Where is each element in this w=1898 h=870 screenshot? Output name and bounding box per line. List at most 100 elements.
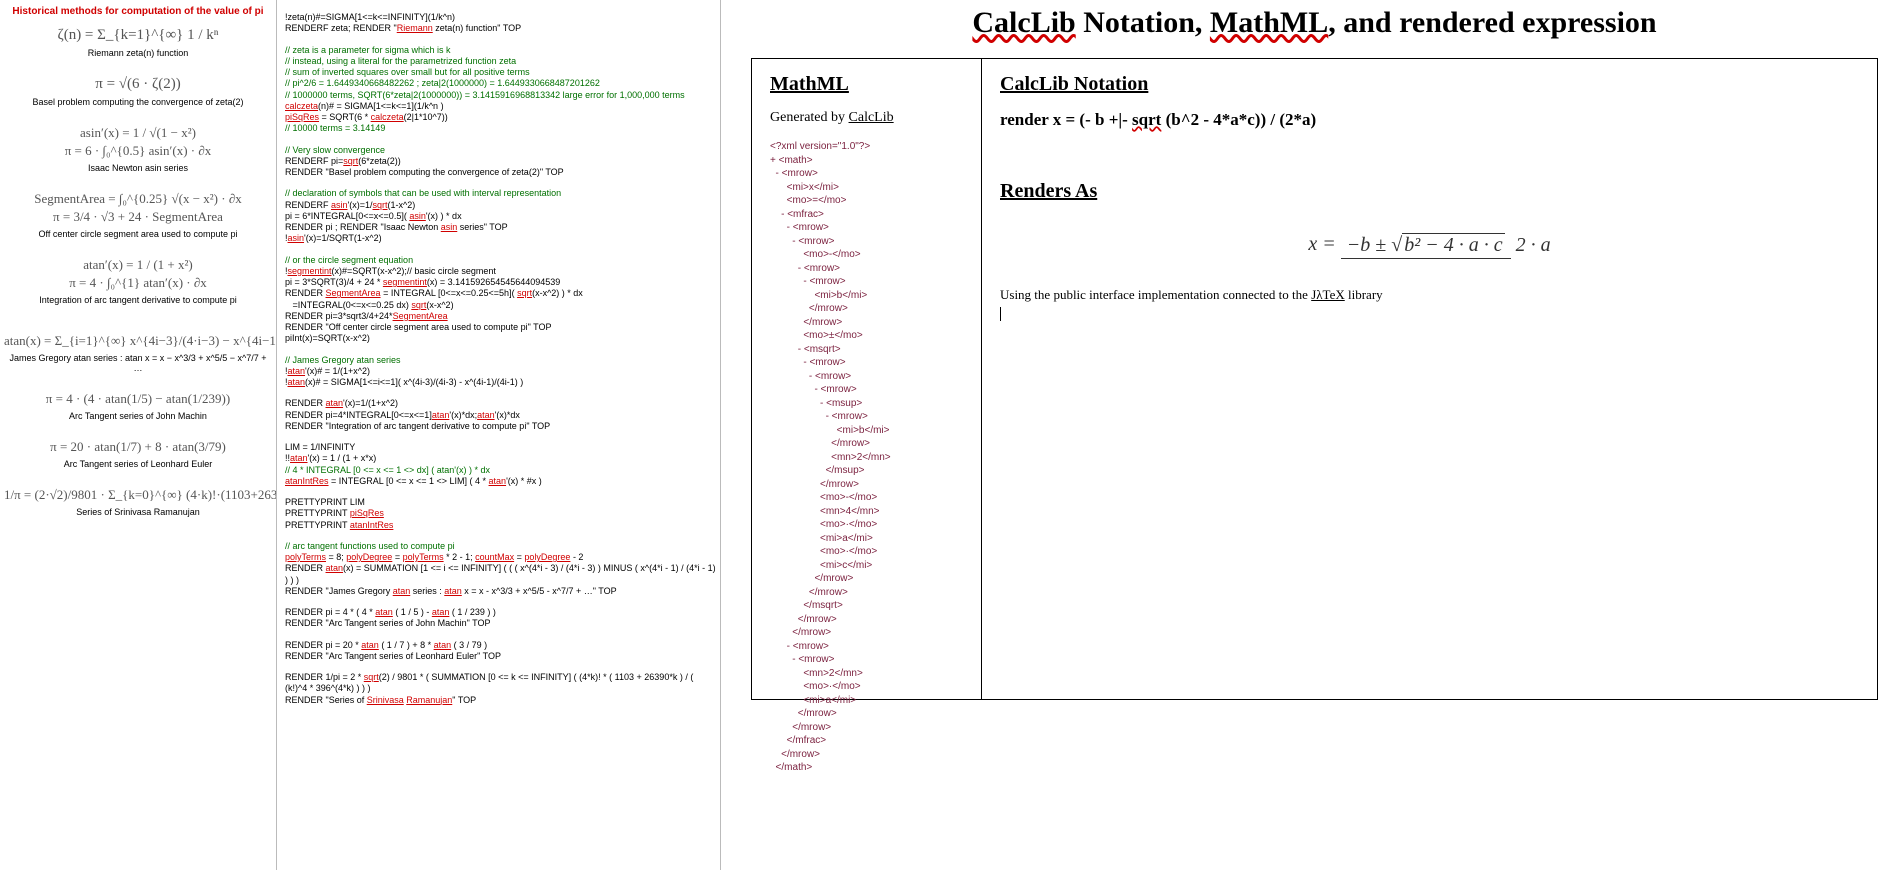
render-expr-segment: render x = (- b +|- [1000,110,1132,129]
left-pane: Historical methods for computation of th… [0,0,721,870]
main-title: CalcLib Notation, MathML, and rendered e… [751,6,1878,40]
code-line: RENDER atan(x) = SUMMATION [1 <= i <= IN… [285,563,716,586]
code-line: pi = 6*INTEGRAL[0<=x<=0.5]( asin'(x) ) *… [285,211,716,222]
code-block: RENDER atan'(x)=1/(1+x^2)RENDER pi=4*INT… [285,398,716,432]
text-cursor [1000,307,1001,321]
code-line: RENDER "James Gregory atan series : atan… [285,586,716,597]
code-line: !atan(x)# = SIGMA[1<=i<=1]( x^(4i-3)/(4i… [285,377,716,388]
footnote-link[interactable]: JλTeX [1311,287,1345,302]
formula: atan′(x) = 1 / (1 + x²) [4,257,272,273]
code-block: // James Gregory atan series!atan'(x)# =… [285,355,716,389]
code-block: // zeta is a parameter for sigma which i… [285,45,716,135]
code-line: RENDER pi=3*sqrt3/4+24*SegmentArea [285,311,716,322]
code-column: !zeta(n)#=SIGMA[1<=k<=INFINITY](1/k^n)RE… [277,0,720,870]
code-line: // 10000 terms = 3.14149 [285,123,716,134]
caption: Riemann zeta(n) function [4,48,272,58]
generated-by-text: Generated by [770,110,849,125]
code-line: RENDER pi = 20 * atan ( 1 / 7 ) + 8 * at… [285,640,716,651]
code-line: RENDERF zeta; RENDER "Riemann zeta(n) fu… [285,23,716,34]
render-expr-sqrt: sqrt [1132,110,1161,129]
code-line: RENDER atan'(x)=1/(1+x^2) [285,398,716,409]
code-line: RENDER pi=4*INTEGRAL[0<=x<=1]atan'(x)*dx… [285,410,716,421]
formula: ζ(n) = Σ_{k=1}^{∞} 1 / kⁿ [4,27,272,44]
code-line: // sum of inverted squares over small bu… [285,67,716,78]
code-block: !zeta(n)#=SIGMA[1<=k<=INFINITY](1/k^n)RE… [285,12,716,35]
code-line: PRETTYPRINT atanIntRes [285,520,716,531]
code-line: pi = 3*SQRT(3)/4 + 24 * segmentint(x) = … [285,277,716,288]
calclib-heading: CalcLib Notation [1000,73,1859,96]
title-word-mathml: MathML [1210,6,1328,39]
footnote: Using the public interface implementatio… [1000,287,1859,321]
code-line: RENDERF pi=sqrt(6*zeta(2)) [285,156,716,167]
code-block: PRETTYPRINT LIMPRETTYPRINT piSqResPRETTY… [285,497,716,531]
code-line: RENDER pi ; RENDER "Isaac Newton asin se… [285,222,716,233]
code-block: RENDER pi = 20 * atan ( 1 / 7 ) + 8 * at… [285,640,716,663]
code-line: // James Gregory atan series [285,355,716,366]
pi-methods-title: Historical methods for computation of th… [4,6,272,17]
formula-block: ζ(n) = Σ_{k=1}^{∞} 1 / kⁿ Riemann zeta(n)… [4,27,272,58]
caption: James Gregory atan series : atan x = x −… [4,353,272,373]
caption: Arc Tangent series of Leonhard Euler [4,459,272,469]
code-line: RENDER "Off center circle segment area u… [285,322,716,333]
code-line: !!atan'(x) = 1 / (1 + x*x) [285,453,716,464]
code-line: // instead, using a literal for the para… [285,56,716,67]
formula: SegmentArea = ∫₀^{0.25} √(x − x²) · ∂x [4,191,272,207]
formula: π = √(6 · ζ(2)) [4,76,272,93]
formula: π = 3/4 · √3 + 24 · SegmentArea [4,209,272,225]
render-expression: render x = (- b +|- sqrt (b^2 - 4*a*c)) … [1000,110,1859,130]
code-line: !asin'(x)=1/SQRT(1-x^2) [285,233,716,244]
rendered-formula: x = −b ± √b² − 4 · a · c 2 · a [1000,233,1859,257]
code-block: // Very slow convergenceRENDERF pi=sqrt(… [285,145,716,179]
code-block: // or the circle segment equation!segmen… [285,255,716,345]
code-line: polyTerms = 8; polyDegree = polyTerms * … [285,552,716,563]
generated-by: Generated by CalcLib [770,110,963,126]
code-line: // 4 * INTEGRAL [0 <= x <= 1 <> dx] ( at… [285,465,716,476]
caption: Isaac Newton asin series [4,163,272,173]
code-block: LIM = 1/INFINITY!!atan'(x) = 1 / (1 + x*… [285,442,716,487]
code-line: RENDER "Integration of arc tangent deriv… [285,421,716,432]
calclib-panel: CalcLib Notation render x = (- b +|- sqr… [982,59,1877,699]
mathml-heading: MathML [770,73,963,96]
formula: π = 4 · ∫₀^{1} atan′(x) · ∂x [4,275,272,291]
code-line: atanIntRes = INTEGRAL [0 <= x <= 1 <> LI… [285,476,716,487]
code-line: // zeta is a parameter for sigma which i… [285,45,716,56]
code-line: =INTEGRAL(0<=x<=0.25 dx) sqrt(x-x^2) [285,300,716,311]
code-line: PRETTYPRINT LIM [285,497,716,508]
code-line: RENDER "Basel problem computing the conv… [285,167,716,178]
code-line: RENDER pi = 4 * ( 4 * atan ( 1 / 5 ) - a… [285,607,716,618]
mathml-tree: <?xml version="1.0"?> + <math> - <mrow> … [770,140,963,775]
formula: atan(x) = Σ_{i=1}^{∞} x^{4i−3}/(4·i−3) −… [4,333,272,349]
generated-by-link[interactable]: CalcLib [849,110,894,125]
panels: MathML Generated by CalcLib <?xml versio… [751,58,1878,700]
code-line: RENDERF asin'(x)=1/sqrt(1-x^2) [285,200,716,211]
code-line: RENDER SegmentArea = INTEGRAL [0<=x<=0.2… [285,288,716,299]
caption: Series of Srinivasa Ramanujan [4,507,272,517]
caption: Arc Tangent series of John Machin [4,411,272,421]
formula: 1/π = (2·√2)/9801 · Σ_{k=0}^{∞} (4·k)!·(… [4,487,272,503]
footnote-text: library [1345,287,1383,302]
caption: Integration of arc tangent derivative to… [4,295,272,305]
code-line: RENDER "Arc Tangent series of Leonhard E… [285,651,716,662]
mathml-panel: MathML Generated by CalcLib <?xml versio… [752,59,982,699]
code-line: piInt(x)=SQRT(x-x^2) [285,333,716,344]
code-line: // Very slow convergence [285,145,716,156]
code-line: // declaration of symbols that can be us… [285,188,716,199]
title-segment: , and rendered expression [1328,6,1656,39]
code-line: !atan'(x)# = 1/(1+x^2) [285,366,716,377]
code-line: piSqRes = SQRT(6 * calczeta(2|1*10^7)) [285,112,716,123]
code-line: RENDER "Series of Srinivasa Ramanujan" T… [285,695,716,706]
formula-column: Historical methods for computation of th… [0,0,277,870]
code-line: !zeta(n)#=SIGMA[1<=k<=INFINITY](1/k^n) [285,12,716,23]
formula: π = 6 · ∫₀^{0.5} asin′(x) · ∂x [4,143,272,159]
title-segment: Notation, [1076,6,1210,39]
code-line: PRETTYPRINT piSqRes [285,508,716,519]
formula: π = 4 · (4 · atan(1/5) − atan(1/239)) [4,391,272,407]
code-block: // declaration of symbols that can be us… [285,188,716,244]
code-line: RENDER 1/pi = 2 * sqrt(2) / 9801 * ( SUM… [285,672,716,695]
title-word-calclib: CalcLib [972,6,1075,39]
formula: π = 20 · atan(1/7) + 8 · atan(3/79) [4,439,272,455]
render-expr-segment: (b^2 - 4*a*c)) / (2*a) [1161,110,1316,129]
code-line: calczeta(n)# = SIGMA[1<=k<=1](1/k^n ) [285,101,716,112]
caption: Off center circle segment area used to c… [4,229,272,239]
code-line: // 1000000 terms, SQRT(6*zeta|2(1000000)… [285,90,716,101]
